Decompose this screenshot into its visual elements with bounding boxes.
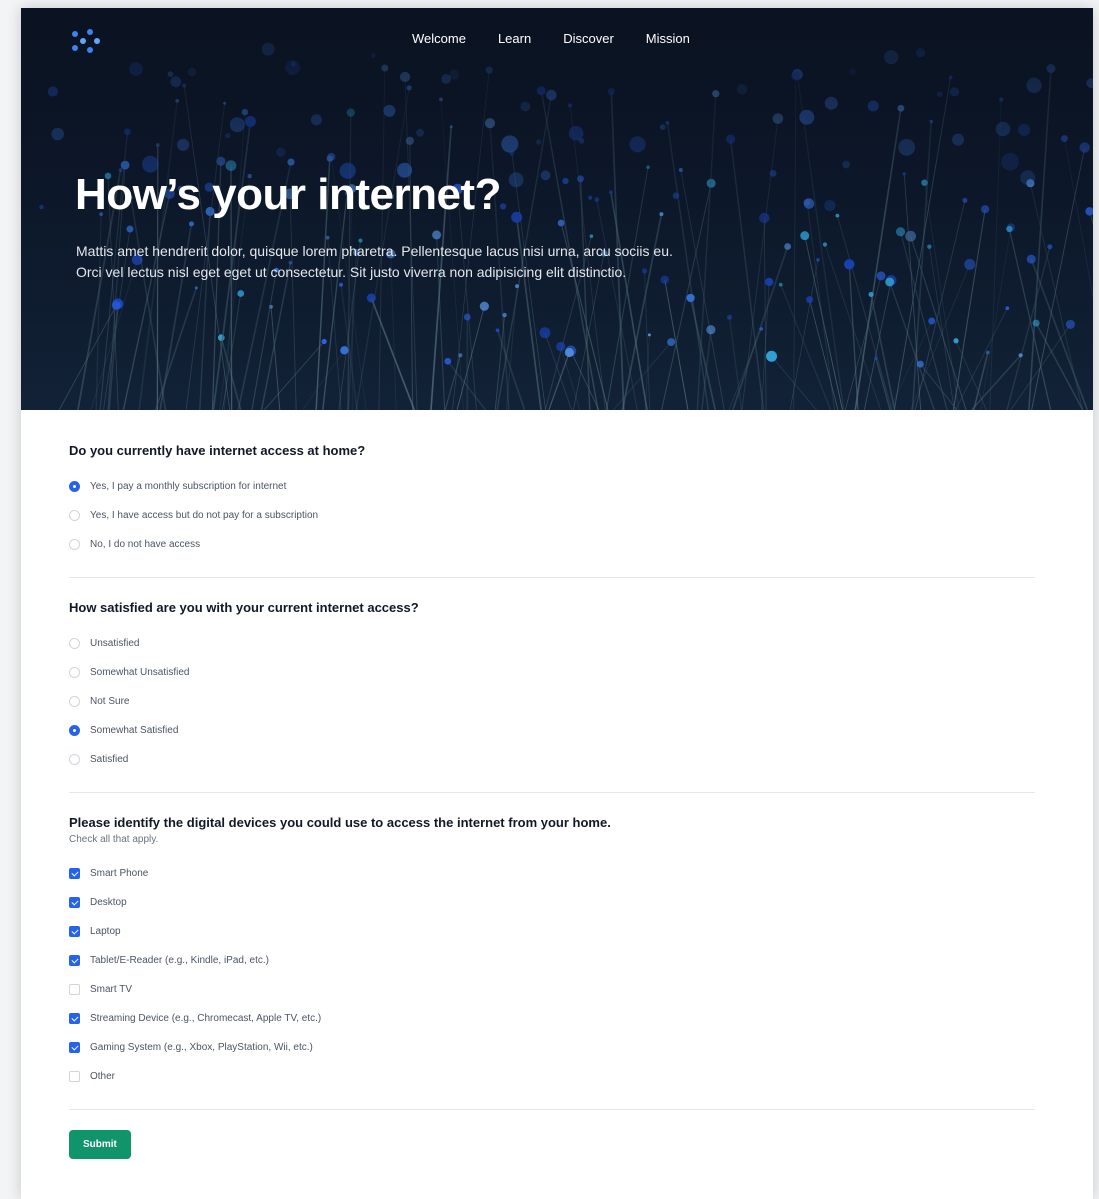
section-divider bbox=[69, 792, 1035, 793]
top-nav: Welcome Learn Discover Mission bbox=[21, 8, 1093, 72]
section-divider bbox=[69, 1109, 1035, 1110]
nav-welcome[interactable]: Welcome bbox=[412, 31, 466, 46]
option-label: Smart Phone bbox=[90, 868, 149, 879]
option-label: Not Sure bbox=[90, 696, 130, 707]
option-label: Streaming Device (e.g., Chromecast, Appl… bbox=[90, 1013, 322, 1024]
checkbox-option[interactable]: Gaming System (e.g., Xbox, PlayStation, … bbox=[69, 1033, 1035, 1062]
question-section-1: Do you currently have internet access at… bbox=[69, 443, 1035, 559]
submit-button[interactable]: Submit bbox=[69, 1130, 131, 1159]
question-title: How satisfied are you with your current … bbox=[69, 600, 419, 615]
option-label: Other bbox=[90, 1071, 116, 1082]
checkbox-option[interactable]: Other bbox=[69, 1062, 1035, 1091]
checkbox-checked[interactable] bbox=[69, 926, 80, 937]
option-label: Yes, I have access but do not pay for a … bbox=[90, 510, 319, 521]
option-label: Yes, I pay a monthly subscription for in… bbox=[90, 481, 287, 492]
option-label: Smart TV bbox=[90, 984, 133, 995]
checkbox-option[interactable]: Smart TV bbox=[69, 975, 1035, 1004]
option-label: Gaming System (e.g., Xbox, PlayStation, … bbox=[90, 1042, 313, 1053]
radio-option[interactable]: Somewhat Unsatisfied bbox=[69, 658, 1035, 687]
checkbox-option[interactable]: Tablet/E-Reader (e.g., Kindle, iPad, etc… bbox=[69, 946, 1035, 975]
checkbox-unchecked[interactable] bbox=[69, 984, 80, 995]
checkbox-checked[interactable] bbox=[69, 868, 80, 879]
radio-option[interactable]: Unsatisfied bbox=[69, 629, 1035, 658]
checkbox-option[interactable]: Streaming Device (e.g., Chromecast, Appl… bbox=[69, 1004, 1035, 1033]
hero-banner: Welcome Learn Discover Mission How’s you… bbox=[21, 8, 1093, 410]
option-label: Somewhat Satisfied bbox=[90, 725, 179, 736]
checkbox-option[interactable]: Laptop bbox=[69, 917, 1035, 946]
radio-selected[interactable] bbox=[69, 725, 80, 736]
option-label: Tablet/E-Reader (e.g., Kindle, iPad, etc… bbox=[90, 955, 269, 966]
option-label: Desktop bbox=[90, 897, 127, 908]
checkbox-checked[interactable] bbox=[69, 1042, 80, 1053]
dots-logo-icon[interactable] bbox=[69, 26, 103, 56]
option-label: No, I do not have access bbox=[90, 539, 201, 550]
question-hint: Check all that apply. bbox=[69, 834, 159, 845]
nav-learn[interactable]: Learn bbox=[498, 31, 531, 46]
question-section-2: How satisfied are you with your current … bbox=[69, 600, 1035, 774]
radio-option[interactable]: Satisfied bbox=[69, 745, 1035, 774]
radio-option[interactable]: Somewhat Satisfied bbox=[69, 716, 1035, 745]
checkbox-checked[interactable] bbox=[69, 955, 80, 966]
question-title: Do you currently have internet access at… bbox=[69, 443, 366, 458]
questions-container: Do you currently have internet access at… bbox=[69, 443, 1035, 1110]
page: Welcome Learn Discover Mission How’s you… bbox=[21, 8, 1093, 1199]
radio-option[interactable]: Yes, I have access but do not pay for a … bbox=[69, 501, 1035, 530]
radio-option[interactable]: Yes, I pay a monthly subscription for in… bbox=[69, 472, 1035, 501]
hero-title: How’s your internet? bbox=[75, 170, 501, 219]
checkbox-checked[interactable] bbox=[69, 1013, 80, 1024]
hero-description: Mattis amet hendrerit dolor, quisque lor… bbox=[76, 243, 673, 280]
checkbox-unchecked[interactable] bbox=[69, 1071, 80, 1082]
nav-links: Welcome Learn Discover Mission bbox=[412, 31, 690, 46]
nav-mission[interactable]: Mission bbox=[646, 31, 690, 46]
radio-selected[interactable] bbox=[69, 481, 80, 492]
radio-unselected[interactable] bbox=[69, 539, 80, 550]
checkbox-option[interactable]: Smart Phone bbox=[69, 859, 1035, 888]
nav-discover[interactable]: Discover bbox=[563, 31, 614, 46]
radio-unselected[interactable] bbox=[69, 696, 80, 707]
radio-option[interactable]: No, I do not have access bbox=[69, 530, 1035, 559]
radio-unselected[interactable] bbox=[69, 754, 80, 765]
radio-unselected[interactable] bbox=[69, 510, 80, 521]
option-label: Satisfied bbox=[90, 754, 129, 765]
checkbox-option[interactable]: Desktop bbox=[69, 888, 1035, 917]
option-label: Unsatisfied bbox=[90, 638, 140, 649]
option-label: Laptop bbox=[90, 926, 121, 937]
survey-form: Do you currently have internet access at… bbox=[69, 443, 1035, 1159]
radio-unselected[interactable] bbox=[69, 667, 80, 678]
question-title: Please identify the digital devices you … bbox=[69, 815, 611, 830]
radio-option[interactable]: Not Sure bbox=[69, 687, 1035, 716]
section-divider bbox=[69, 577, 1035, 578]
checkbox-checked[interactable] bbox=[69, 897, 80, 908]
question-section-3: Please identify the digital devices you … bbox=[69, 815, 1035, 1091]
radio-unselected[interactable] bbox=[69, 638, 80, 649]
option-label: Somewhat Unsatisfied bbox=[90, 667, 190, 678]
